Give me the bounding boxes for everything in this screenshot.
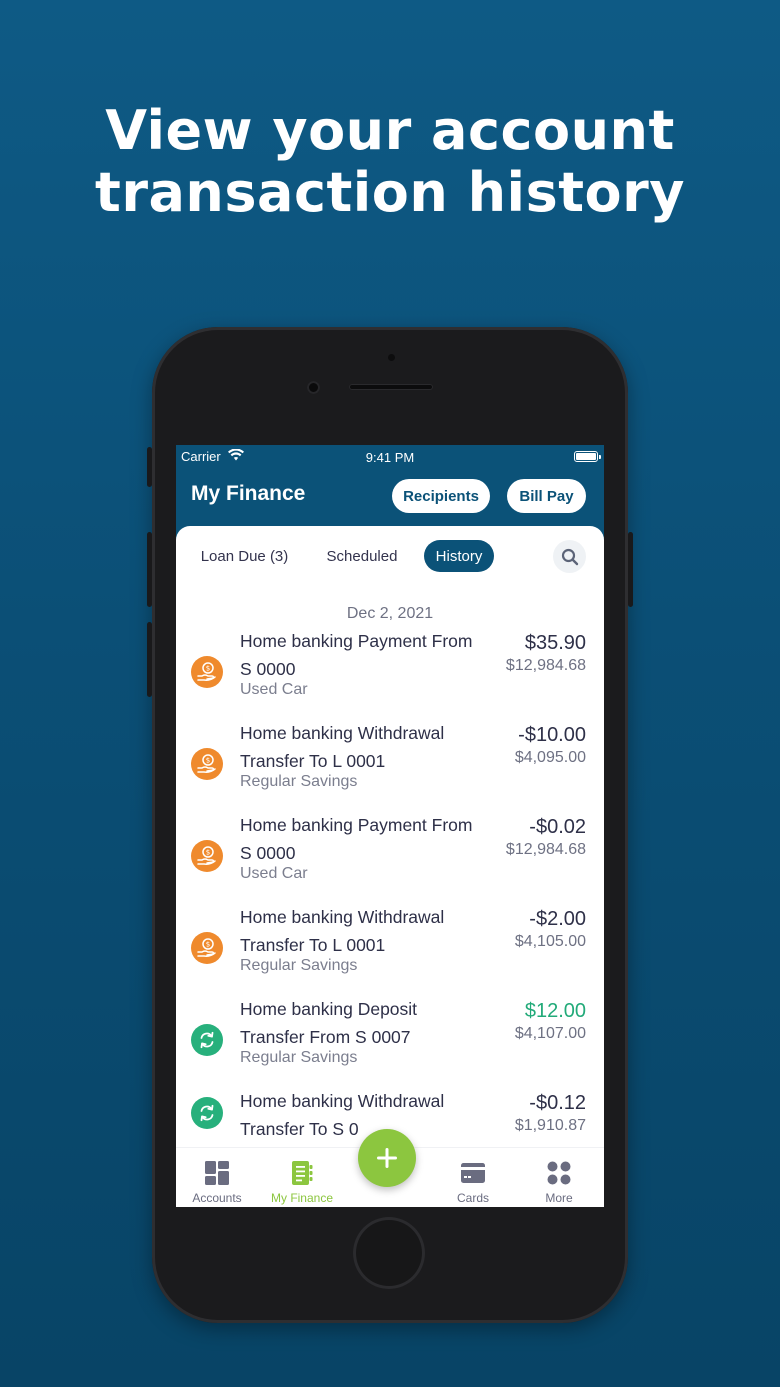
plus-icon: [377, 1148, 397, 1168]
earpiece-speaker: [349, 384, 433, 390]
tab-my-finance[interactable]: My Finance: [262, 1148, 342, 1207]
tab-accounts-label: Accounts: [192, 1191, 242, 1205]
transaction-category: Regular Savings: [240, 1049, 358, 1066]
app-screen: Carrier 9:41 PM My Finance Recipients Bi…: [176, 445, 604, 1207]
transaction-category: Regular Savings: [240, 957, 358, 974]
proximity-sensor: [388, 354, 395, 361]
transaction-amount: -$0.02: [529, 816, 586, 838]
search-button[interactable]: [553, 540, 586, 573]
date-header: Dec 2, 2021: [346, 605, 434, 622]
transaction-category: Regular Savings: [240, 773, 358, 790]
hand-dollar-icon: $: [191, 840, 223, 872]
transaction-list: $ Home banking Payment From S 0000 Used …: [176, 627, 604, 1179]
transaction-balance: $4,107.00: [514, 1025, 586, 1042]
transaction-amount: $12.00: [524, 1000, 586, 1022]
transaction-row[interactable]: $ Home banking Withdrawal Transfer To L …: [176, 903, 604, 995]
search-icon: [561, 548, 578, 565]
volume-down-button: [147, 622, 152, 697]
svg-text:$: $: [206, 757, 210, 765]
transfer-arrows-icon: [191, 1097, 223, 1129]
battery-icon: [574, 451, 601, 462]
nav-bar: My Finance Recipients Bill Pay: [176, 469, 604, 527]
transaction-category: Used Car: [240, 865, 308, 882]
transaction-title: Home banking Withdrawal: [240, 723, 445, 743]
tab-cards-label: Cards: [456, 1191, 489, 1205]
transfer-arrows-icon: [191, 1024, 223, 1056]
transaction-balance: $4,095.00: [514, 749, 586, 766]
add-button[interactable]: [358, 1129, 416, 1187]
transaction-title: Home banking Payment From: [240, 815, 473, 835]
tab-more[interactable]: More: [519, 1148, 599, 1207]
transaction-amount: $35.90: [524, 632, 586, 654]
transaction-balance: $12,984.68: [505, 657, 586, 674]
tab-history[interactable]: History: [424, 540, 494, 572]
transaction-subtitle: Transfer To L 0001: [240, 751, 386, 771]
svg-text:$: $: [206, 941, 210, 949]
power-button: [628, 532, 633, 607]
transaction-row[interactable]: $ Home banking Withdrawal Transfer To L …: [176, 719, 604, 811]
home-button[interactable]: [353, 1217, 425, 1289]
dashboard-icon: [205, 1161, 229, 1185]
headline: View your account transaction history: [0, 100, 780, 224]
tab-more-label: More: [545, 1191, 573, 1205]
transaction-title: Home banking Withdrawal: [240, 907, 445, 927]
headline-line-1: View your account: [105, 99, 675, 162]
transaction-subtitle: Transfer To L 0001: [240, 935, 386, 955]
transaction-subtitle: S 0000: [240, 843, 296, 863]
mute-switch: [147, 447, 152, 487]
headline-line-2: transaction history: [95, 161, 685, 224]
transaction-subtitle: Transfer From S 0007: [240, 1027, 411, 1047]
front-camera: [307, 381, 320, 394]
recipients-button[interactable]: Recipients: [392, 479, 490, 513]
more-dots-icon: [547, 1161, 571, 1185]
tab-loan-due[interactable]: Loan Due (3): [192, 540, 297, 572]
transaction-amount: -$10.00: [518, 724, 586, 746]
transaction-balance: $12,984.68: [505, 841, 586, 858]
hand-dollar-icon: $: [191, 748, 223, 780]
content-sheet: Loan Due (3) Scheduled History Dec 2, 20…: [176, 526, 604, 1207]
page-title: My Finance: [191, 482, 306, 505]
svg-text:$: $: [206, 849, 210, 857]
tab-scheduled[interactable]: Scheduled: [316, 540, 408, 572]
ledger-icon: [292, 1161, 313, 1185]
hand-dollar-icon: $: [191, 932, 223, 964]
bill-pay-button[interactable]: Bill Pay: [507, 479, 586, 513]
tab-my-finance-label: My Finance: [270, 1191, 334, 1205]
transaction-category: Used Car: [240, 681, 308, 698]
transaction-amount: -$0.12: [529, 1092, 586, 1114]
transaction-balance: $1,910.87: [514, 1117, 586, 1134]
tab-cards[interactable]: Cards: [433, 1148, 513, 1207]
transaction-title: Home banking Payment From: [240, 631, 473, 651]
transaction-title: Home banking Withdrawal: [240, 1091, 445, 1111]
svg-text:$: $: [206, 665, 210, 673]
hand-dollar-icon: $: [191, 656, 223, 688]
transaction-title: Home banking Deposit: [240, 999, 418, 1019]
tab-accounts[interactable]: Accounts: [177, 1148, 257, 1207]
transaction-subtitle: S 0000: [240, 659, 296, 679]
segment-tabs: Loan Due (3) Scheduled History: [176, 540, 604, 576]
status-bar: Carrier 9:41 PM: [176, 445, 604, 469]
credit-card-icon: [461, 1163, 485, 1183]
transaction-amount: -$2.00: [529, 908, 586, 930]
transaction-balance: $4,105.00: [514, 933, 586, 950]
transaction-row[interactable]: $ Home banking Payment From S 0000 Used …: [176, 811, 604, 903]
status-time: 9:41 PM: [365, 450, 415, 465]
transaction-row[interactable]: Home banking Deposit Transfer From S 000…: [176, 995, 604, 1087]
transaction-row[interactable]: $ Home banking Payment From S 0000 Used …: [176, 627, 604, 719]
volume-up-button: [147, 532, 152, 607]
